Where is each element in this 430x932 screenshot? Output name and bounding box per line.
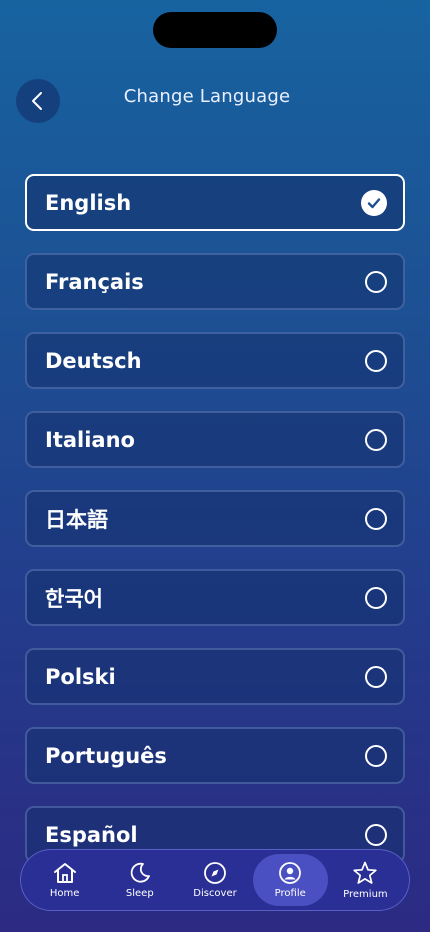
tab-profile[interactable]: Profile [252,854,328,906]
checkmark-icon [361,189,387,216]
language-label: Français [45,269,144,294]
radio-empty-icon [365,507,387,530]
radio-empty-icon [365,665,387,688]
tab-label: Sleep [125,888,154,899]
radio-empty-icon [365,428,387,451]
radio-empty-icon [365,744,387,767]
language-label: Português [45,743,167,768]
language-option-german[interactable]: Deutsch [25,332,405,389]
tab-label: Profile [274,888,306,899]
dynamic-island [153,12,277,48]
radio-empty-icon [365,270,387,293]
language-label: Español [45,822,138,847]
profile-icon [279,862,302,884]
radio-empty-icon [365,586,387,609]
moon-icon [130,862,150,883]
language-option-polish[interactable]: Polski [25,648,405,705]
home-icon [53,863,76,883]
language-option-italian[interactable]: Italiano [25,411,405,468]
language-label: 한국어 [45,586,103,611]
tab-sleep[interactable]: Sleep [102,854,177,906]
language-option-english[interactable]: English [25,174,405,231]
tab-home[interactable]: Home [27,854,102,906]
tab-premium[interactable]: Premium [328,854,403,906]
tab-label: Discover [193,888,237,899]
radio-empty-icon [365,823,387,846]
tab-label: Premium [343,889,388,900]
page-title: Change Language [123,86,291,107]
tab-discover[interactable]: Discover [177,854,252,906]
language-label: Polski [45,664,116,689]
language-label: Italiano [45,427,135,452]
language-label: Deutsch [45,348,142,373]
language-option-portuguese[interactable]: Português [25,727,405,784]
bottom-tab-bar: Home Sleep Discover Profile Premium [20,849,410,911]
star-icon [353,861,378,884]
compass-icon [204,862,226,884]
radio-empty-icon [365,349,387,372]
tab-label: Home [49,888,80,899]
language-option-japanese[interactable]: 日本語 [25,490,405,547]
language-option-french[interactable]: Français [25,253,405,310]
language-list: English Français Deutsch Italiano 日本語 한국… [25,174,405,885]
language-option-korean[interactable]: 한국어 [25,569,405,626]
language-label: English [45,190,132,215]
language-label: 日本語 [45,507,108,532]
